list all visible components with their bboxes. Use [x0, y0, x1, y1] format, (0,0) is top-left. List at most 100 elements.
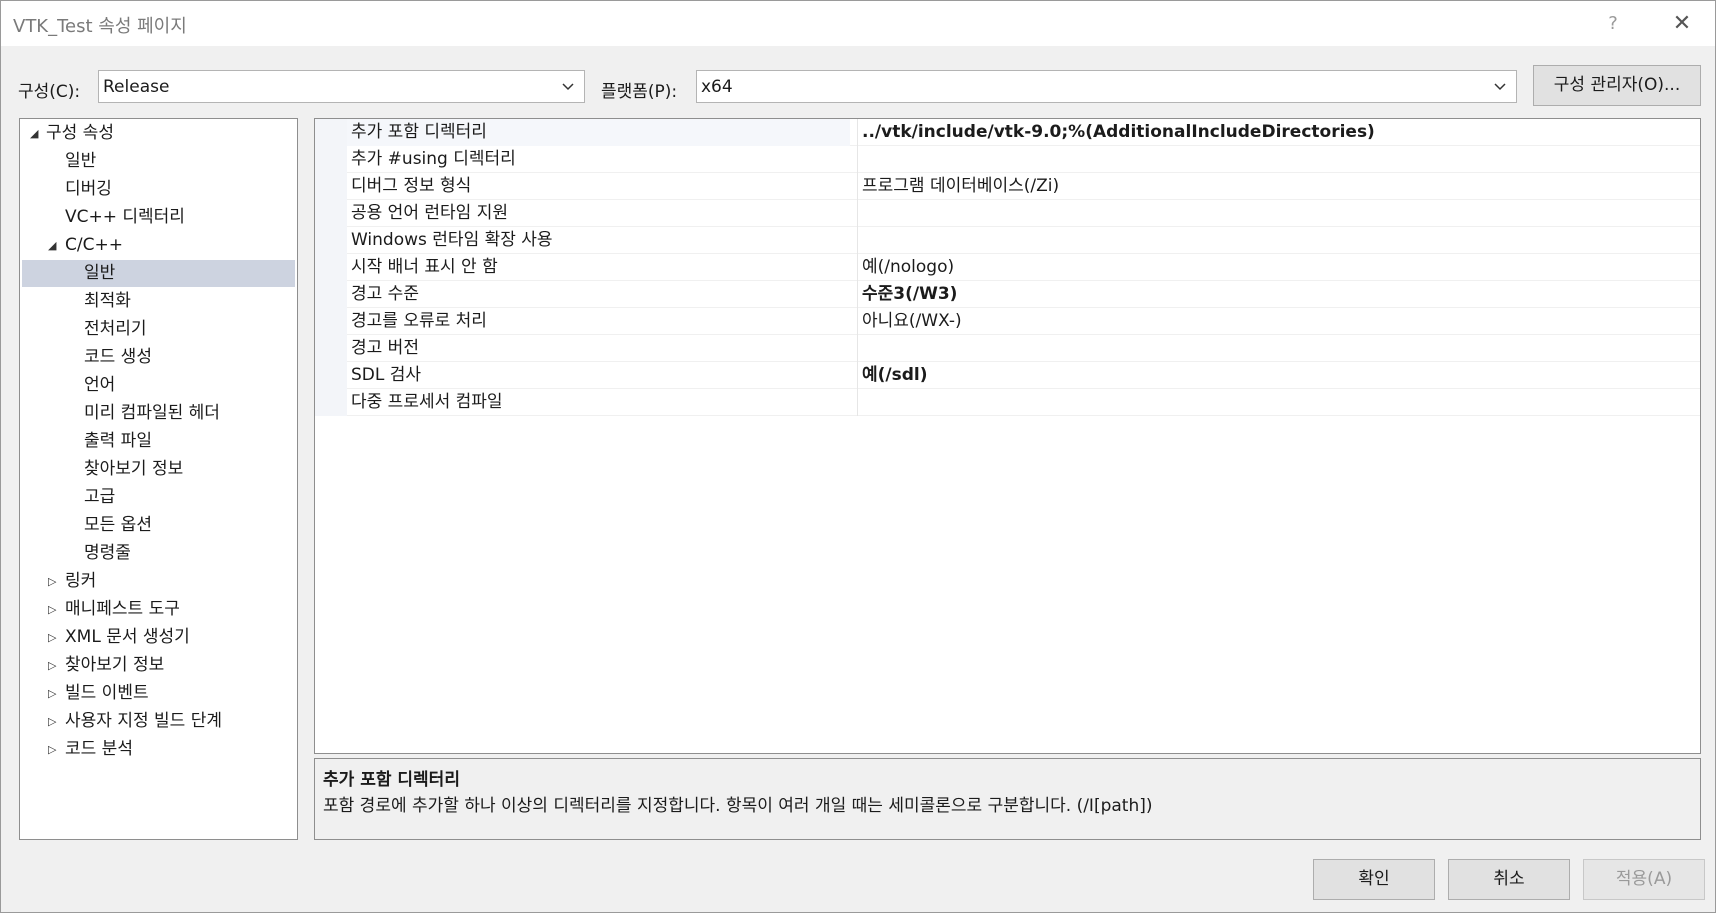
platform-dropdown[interactable]: x64 — [696, 70, 1517, 103]
tree-item-browse-information[interactable]: 찾아보기 정보 — [22, 456, 295, 483]
property-name: SDL 검사 — [351, 365, 422, 385]
property-name: 공용 언어 런타임 지원 — [351, 203, 508, 223]
property-row[interactable]: 디버그 정보 형식 프로그램 데이터베이스(/Zi) — [315, 173, 1700, 200]
collapsed-arrow-icon[interactable]: ▷ — [48, 624, 62, 651]
row-gutter — [315, 254, 347, 281]
row-gutter — [315, 335, 347, 362]
cancel-button[interactable]: 취소 — [1448, 859, 1570, 900]
property-value[interactable]: ../vtk/include/vtk-9.0;%(AdditionalInclu… — [862, 119, 1375, 146]
tree-item-advanced[interactable]: 고급 — [22, 484, 295, 511]
tree-item-label: XML 문서 생성기 — [65, 627, 190, 647]
row-gutter — [315, 389, 347, 416]
column-divider[interactable] — [857, 389, 858, 416]
column-divider[interactable] — [857, 308, 858, 335]
property-value[interactable]: 프로그램 데이터베이스(/Zi) — [862, 173, 1059, 200]
property-value[interactable]: 예(/sdl) — [862, 362, 928, 389]
column-divider[interactable] — [857, 254, 858, 281]
collapsed-arrow-icon[interactable]: ▷ — [48, 736, 62, 763]
tree-item-all-options[interactable]: 모든 옵션 — [22, 512, 295, 539]
property-name: 경고 수준 — [351, 284, 419, 304]
tree-item-command-line[interactable]: 명령줄 — [22, 540, 295, 567]
tree-item-label: 일반 — [84, 263, 116, 283]
tree-item-output-files[interactable]: 출력 파일 — [22, 428, 295, 455]
config-dropdown[interactable]: Release — [98, 70, 585, 103]
property-value[interactable]: 아니요(/WX-) — [862, 308, 962, 335]
tree-item-label: 출력 파일 — [84, 431, 152, 451]
tree-item-label: 디버깅 — [65, 179, 112, 199]
column-divider[interactable] — [857, 146, 858, 173]
row-gutter — [315, 362, 347, 389]
property-row[interactable]: 경고 버전 — [315, 335, 1700, 362]
column-divider[interactable] — [857, 173, 858, 200]
collapsed-arrow-icon[interactable]: ▷ — [48, 652, 62, 679]
property-row[interactable]: 시작 배너 표시 안 함 예(/nologo) — [315, 254, 1700, 281]
property-row[interactable]: Windows 런타임 확장 사용 — [315, 227, 1700, 254]
property-row[interactable]: 다중 프로세서 컴파일 — [315, 389, 1700, 416]
tree-item-label: 모든 옵션 — [84, 515, 152, 535]
tree-item-label: C/C++ — [65, 235, 123, 255]
tree-item-linker[interactable]: ▷ 링커 — [22, 568, 295, 595]
tree-item-manifest-tool[interactable]: ▷ 매니페스트 도구 — [22, 596, 295, 623]
chevron-down-icon — [562, 83, 574, 91]
column-divider[interactable] — [857, 281, 858, 308]
tree-item-debugging[interactable]: 디버깅 — [22, 176, 295, 203]
collapsed-arrow-icon[interactable]: ▷ — [48, 596, 62, 623]
expanded-arrow-icon[interactable]: ◢ — [48, 232, 62, 259]
tree-item-label: 최적화 — [84, 291, 131, 311]
column-divider[interactable] — [857, 335, 858, 362]
config-manager-button[interactable]: 구성 관리자(O)... — [1533, 65, 1701, 106]
property-row[interactable]: SDL 검사 예(/sdl) — [315, 362, 1700, 389]
tree-item-vc-directories[interactable]: VC++ 디렉터리 — [22, 204, 295, 231]
row-gutter — [315, 281, 347, 308]
column-divider[interactable] — [857, 200, 858, 227]
tree-item-precompiled-headers[interactable]: 미리 컴파일된 헤더 — [22, 400, 295, 427]
tree-item-label: 사용자 지정 빌드 단계 — [65, 711, 222, 731]
tree-item-label: 빌드 이벤트 — [65, 683, 149, 703]
tree-item-label: 고급 — [84, 487, 116, 507]
property-name: 추가 #using 디렉터리 — [351, 149, 516, 169]
property-row[interactable]: 공용 언어 런타임 지원 — [315, 200, 1700, 227]
chevron-down-icon — [1494, 83, 1506, 91]
tree-item-label: 매니페스트 도구 — [65, 599, 180, 619]
collapsed-arrow-icon[interactable]: ▷ — [48, 680, 62, 707]
tree-item-c-cpp[interactable]: ◢ C/C++ — [22, 232, 295, 259]
column-divider[interactable] — [857, 119, 858, 146]
tree-item-label: 찾아보기 정보 — [84, 459, 184, 479]
close-icon[interactable]: ✕ — [1665, 9, 1699, 39]
tree-item-general[interactable]: 일반 — [22, 148, 295, 175]
platform-label: 플랫폼(P): — [601, 82, 678, 102]
tree-item-code-generation[interactable]: 코드 생성 — [22, 344, 295, 371]
apply-button[interactable]: 적용(A) — [1583, 859, 1705, 900]
tree-item-build-events[interactable]: ▷ 빌드 이벤트 — [22, 680, 295, 707]
help-icon[interactable]: ? — [1597, 9, 1629, 39]
tree-item-language[interactable]: 언어 — [22, 372, 295, 399]
tree-item-label: 명령줄 — [84, 543, 131, 563]
tree-item-code-analysis[interactable]: ▷ 코드 분석 — [22, 736, 295, 763]
tree-item-custom-build-step[interactable]: ▷ 사용자 지정 빌드 단계 — [22, 708, 295, 735]
config-label: 구성(C): — [18, 82, 81, 102]
tree-item-label: 미리 컴파일된 헤더 — [84, 403, 220, 423]
property-row[interactable]: 추가 포함 디렉터리 ../vtk/include/vtk-9.0;%(Addi… — [315, 119, 1700, 146]
tree-item-preprocessor[interactable]: 전처리기 — [22, 316, 295, 343]
property-row[interactable]: 경고 수준 수준3(/W3) — [315, 281, 1700, 308]
collapsed-arrow-icon[interactable]: ▷ — [48, 708, 62, 735]
collapsed-arrow-icon[interactable]: ▷ — [48, 568, 62, 595]
tree-item-browse-information-top[interactable]: ▷ 찾아보기 정보 — [22, 652, 295, 679]
expanded-arrow-icon[interactable]: ◢ — [30, 120, 44, 147]
tree-item-optimization[interactable]: 최적화 — [22, 288, 295, 315]
property-value[interactable]: 예(/nologo) — [862, 254, 954, 281]
tree-item-cpp-general[interactable]: 일반 — [22, 260, 295, 287]
config-value: Release — [103, 77, 170, 97]
property-value[interactable]: 수준3(/W3) — [862, 281, 957, 308]
category-tree: ◢ 구성 속성 일반 디버깅 VC++ 디렉터리 ◢ C/C++ 일반 최적화 … — [19, 118, 298, 840]
tree-item-xml-document-generator[interactable]: ▷ XML 문서 생성기 — [22, 624, 295, 651]
description-body: 포함 경로에 추가할 하나 이상의 디렉터리를 지정합니다. 항목이 여러 개일… — [323, 796, 1153, 816]
column-divider[interactable] — [857, 227, 858, 254]
column-divider[interactable] — [857, 362, 858, 389]
tree-item-label: VC++ 디렉터리 — [65, 207, 185, 227]
tree-item-label: 구성 속성 — [46, 123, 114, 143]
property-row[interactable]: 추가 #using 디렉터리 — [315, 146, 1700, 173]
property-row[interactable]: 경고를 오류로 처리 아니요(/WX-) — [315, 308, 1700, 335]
tree-item-config-properties[interactable]: ◢ 구성 속성 — [22, 120, 295, 147]
ok-button[interactable]: 확인 — [1313, 859, 1435, 900]
